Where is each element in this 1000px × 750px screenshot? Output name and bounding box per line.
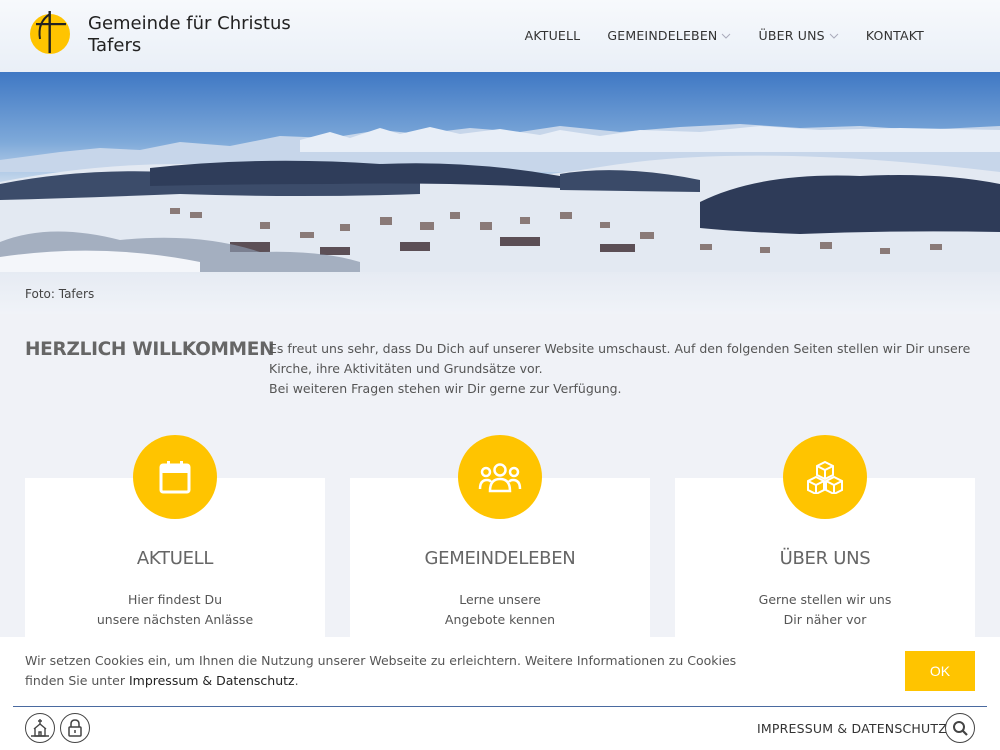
impressum-link[interactable]: IMPRESSUM & DATENSCHUTZ xyxy=(757,721,947,736)
card-gemeindeleben-circle[interactable] xyxy=(458,435,542,519)
search-button[interactable] xyxy=(945,713,975,743)
card-text-line1: Lerne unsere xyxy=(459,592,541,607)
chevron-down-icon xyxy=(829,33,839,39)
site-header: Gemeinde für Christus Tafers AKTUELL GEM… xyxy=(0,0,1000,72)
lock-icon xyxy=(68,719,82,737)
cookie-ok-button[interactable]: OK xyxy=(905,651,975,691)
card-text-line2: Angebote kennen xyxy=(444,612,556,627)
card-aktuell-circle[interactable] xyxy=(133,435,217,519)
search-icon xyxy=(953,721,968,736)
hero-caption: Foto: Tafers xyxy=(25,287,95,301)
login-icon-button[interactable] xyxy=(60,713,90,743)
hero-caption-strip: Foto: Tafers xyxy=(0,272,1000,314)
footer-divider xyxy=(13,706,987,707)
card-text: Lerne unsere Angebote kennen xyxy=(350,590,650,630)
card-title: ÜBER UNS xyxy=(779,548,871,569)
church-home-icon-button[interactable] xyxy=(25,713,55,743)
card-text: Hier findest Du unsere nächsten Anlässe xyxy=(25,590,325,630)
card-text-line1: Hier findest Du xyxy=(127,592,223,607)
welcome-line1: Es freut uns sehr, dass Du Dich auf unse… xyxy=(269,341,971,376)
card-text-line2: unsere nächsten Anlässe xyxy=(96,612,254,627)
nav-item-ueber-uns[interactable]: ÜBER UNS xyxy=(758,28,839,43)
nav-label: ÜBER UNS xyxy=(758,28,825,43)
site-title-line1: Gemeinde für Christus xyxy=(88,13,291,34)
cookie-suffix: . xyxy=(294,673,299,688)
card-text-line1: Gerne stellen wir uns xyxy=(758,592,892,607)
nav-item-aktuell[interactable]: AKTUELL xyxy=(525,28,581,43)
card-title: AKTUELL xyxy=(136,548,214,569)
main-nav: AKTUELL GEMEINDELEBEN ÜBER UNS KONTAKT xyxy=(498,28,924,43)
nav-label: AKTUELL xyxy=(524,28,581,43)
site-title[interactable]: Gemeinde für Christus Tafers xyxy=(88,13,291,57)
nav-label: KONTAKT xyxy=(865,28,924,43)
nav-label: GEMEINDELEBEN xyxy=(607,28,718,43)
chevron-down-icon xyxy=(722,33,731,39)
people-icon xyxy=(478,463,522,493)
site-title-line2: Tafers xyxy=(88,35,142,56)
welcome-line2: Bei weiteren Fragen stehen wir Dir gerne… xyxy=(269,381,622,396)
cubes-icon xyxy=(807,460,843,494)
calendar-icon xyxy=(159,461,191,494)
card-text: Gerne stellen wir uns Dir näher vor xyxy=(675,590,975,630)
cookie-banner: Wir setzen Cookies ein, um Ihnen die Nut… xyxy=(0,637,1000,750)
card-title: GEMEINDELEBEN xyxy=(424,548,576,569)
welcome-heading: HERZLICH WILLKOMMEN xyxy=(25,339,275,360)
nav-item-gemeindeleben[interactable]: GEMEINDELEBEN xyxy=(607,28,731,43)
winter-landscape-illustration xyxy=(0,124,1000,272)
cookie-privacy-link[interactable]: Impressum & Datenschutz xyxy=(129,673,295,688)
card-text-line2: Dir näher vor xyxy=(783,612,867,627)
church-icon xyxy=(31,719,49,737)
church-logo-icon[interactable] xyxy=(28,9,74,55)
hero-image xyxy=(0,72,1000,272)
card-ueber-uns-circle[interactable] xyxy=(783,435,867,519)
nav-item-kontakt[interactable]: KONTAKT xyxy=(866,28,924,43)
welcome-text: Es freut uns sehr, dass Du Dich auf unse… xyxy=(269,339,979,399)
cookie-text: Wir setzen Cookies ein, um Ihnen die Nut… xyxy=(25,651,745,691)
